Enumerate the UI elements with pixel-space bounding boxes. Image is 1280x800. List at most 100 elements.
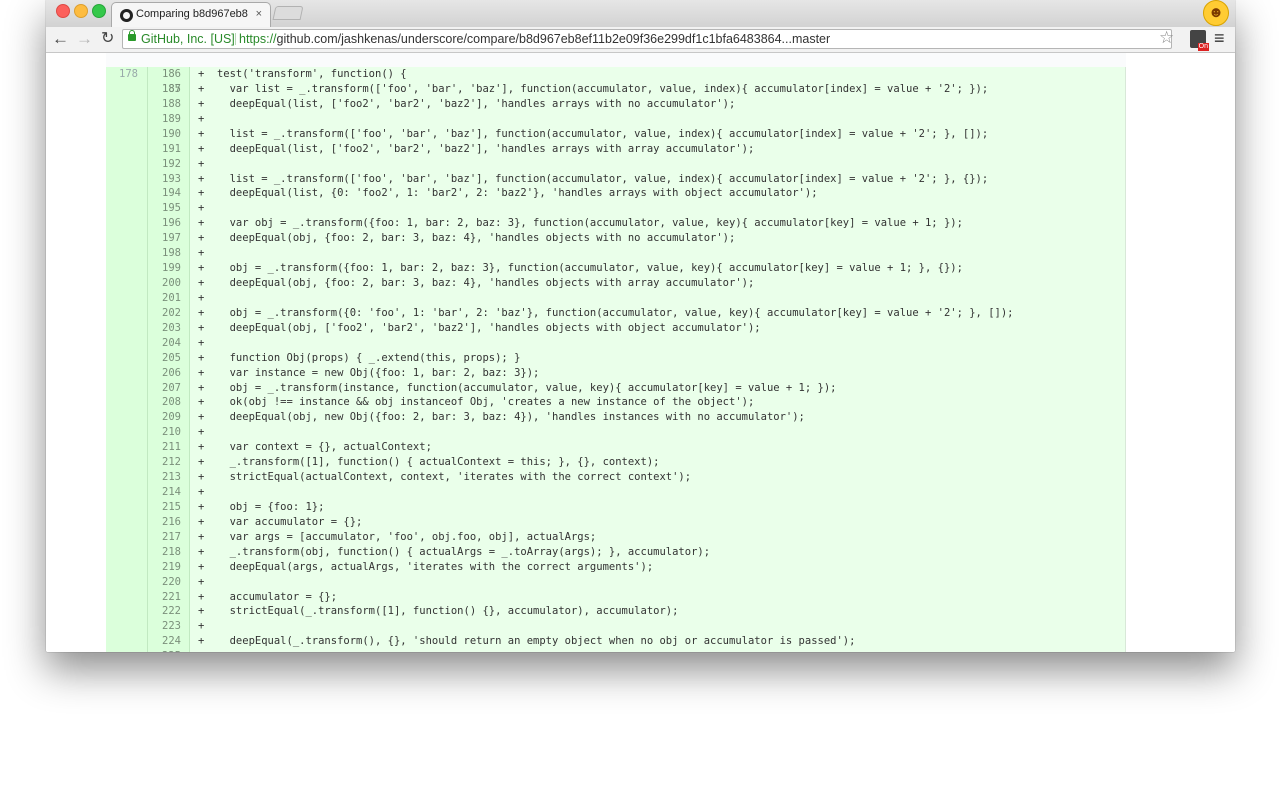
diff-line: 209 + deepEqual(obj, new Obj({foo: 2, bar…	[106, 410, 1126, 425]
new-line-number[interactable]: 188	[148, 97, 181, 112]
new-line-number[interactable]: 224	[148, 634, 181, 649]
diff-line: 192 +	[106, 157, 1126, 172]
diff-line: 186 + test('transform', function() {	[106, 67, 1126, 82]
diff-line: 207 + obj = _.transform(instance, functio…	[106, 381, 1126, 396]
new-line-number[interactable]: 219	[148, 560, 181, 575]
diff-line: 204 +	[106, 336, 1126, 351]
new-line-number[interactable]: 221	[148, 590, 181, 605]
diff-line: 199 + obj = _.transform({foo: 1, bar: 2, …	[106, 261, 1126, 276]
lock-icon	[128, 30, 136, 41]
url-separator	[235, 33, 236, 45]
profile-avatar-icon[interactable]: ☻	[1203, 0, 1229, 26]
extension-icon[interactable]	[1190, 30, 1209, 51]
new-line-number[interactable]: 211	[148, 440, 181, 455]
diff-line: 222 + strictEqual(_.transform([1], functi…	[106, 604, 1126, 619]
browser-window: Comparing b8d967eb8ef11b2e0... × ☻ ← → ↻…	[46, 0, 1235, 652]
new-line-number[interactable]: 195	[148, 201, 181, 216]
address-bar[interactable]: GitHub, Inc. [US] https://github.com/jas…	[122, 29, 1172, 49]
minimize-window-button[interactable]	[74, 4, 88, 18]
line-code: + obj = _.transform(instance, function(a…	[198, 381, 837, 394]
new-line-number[interactable]: 213	[148, 470, 181, 485]
new-line-number[interactable]: 202	[148, 306, 181, 321]
menu-icon[interactable]: ≡	[1214, 27, 1225, 49]
line-code: +	[198, 426, 205, 439]
new-line-number[interactable]: 214	[148, 485, 181, 500]
new-line-number[interactable]: 198	[148, 246, 181, 261]
page-content: 178 185 186 + test('transform', function(…	[46, 53, 1235, 652]
line-code: + obj = _.transform({foo: 1, bar: 2, baz…	[198, 262, 963, 275]
new-line-number[interactable]: 204	[148, 336, 181, 351]
line-code: + deepEqual(obj, ['foo2', 'bar2', 'baz2'…	[198, 321, 761, 334]
new-line-number[interactable]: 205	[148, 351, 181, 366]
new-line-number[interactable]: 196	[148, 216, 181, 231]
tab-title: Comparing b8d967eb8ef11b2e0...	[136, 8, 248, 20]
new-line-number[interactable]: 191	[148, 142, 181, 157]
diff-line: 202 + obj = _.transform({0: 'foo', 1: 'ba…	[106, 306, 1126, 321]
line-code: + deepEqual(_.transform(), {}, 'should r…	[198, 635, 856, 648]
diff-line: 208 + ok(obj !== instance && obj instance…	[106, 395, 1126, 410]
back-icon[interactable]: ←	[52, 29, 69, 49]
new-line-number[interactable]: 220	[148, 575, 181, 590]
line-code: + deepEqual(obj, new Obj({foo: 2, bar: 3…	[198, 411, 805, 424]
line-code: + deepEqual(obj, {foo: 2, bar: 3, baz: 4…	[198, 277, 755, 290]
new-line-number[interactable]: 194	[148, 186, 181, 201]
line-code: + deepEqual(obj, {foo: 2, bar: 3, baz: 4…	[198, 232, 736, 245]
new-line-number[interactable]: 206	[148, 366, 181, 381]
new-line-number[interactable]: 212	[148, 455, 181, 470]
active-tab[interactable]: Comparing b8d967eb8ef11b2e0... ×	[111, 2, 271, 27]
line-code: + var args = [accumulator, 'foo', obj.fo…	[198, 530, 597, 543]
new-line-number[interactable]: 192	[148, 157, 181, 172]
diff-line: 200 + deepEqual(obj, {foo: 2, bar: 3, baz…	[106, 276, 1126, 291]
line-code: + var instance = new Obj({foo: 1, bar: 2…	[198, 366, 540, 379]
line-code: + var context = {}, actualContext;	[198, 441, 432, 454]
new-line-number[interactable]: 207	[148, 381, 181, 396]
new-line-number[interactable]: 186	[148, 67, 181, 82]
new-line-number[interactable]: 218	[148, 545, 181, 560]
diff-line: 191 + deepEqual(list, ['foo2', 'bar2', 'b…	[106, 142, 1126, 157]
new-tab-button[interactable]	[272, 6, 304, 20]
line-code: +	[198, 575, 205, 588]
new-line-number[interactable]: 187	[148, 82, 181, 97]
line-code: + ok(obj !== instance && obj instanceof …	[198, 396, 755, 409]
new-line-number[interactable]: 193	[148, 172, 181, 187]
new-line-number[interactable]: 223	[148, 619, 181, 634]
url-text[interactable]: https://github.com/jashkenas/underscore/…	[239, 30, 830, 48]
new-line-number[interactable]: 217	[148, 530, 181, 545]
new-line-number[interactable]: 216	[148, 515, 181, 530]
line-code: +	[198, 486, 205, 499]
maximize-window-button[interactable]	[92, 4, 106, 18]
line-code: + function Obj(props) { _.extend(this, p…	[198, 351, 521, 364]
new-line-number[interactable]: 222	[148, 604, 181, 619]
close-window-button[interactable]	[56, 4, 70, 18]
diff-line: 224 + deepEqual(_.transform(), {}, 'shoul…	[106, 634, 1126, 649]
new-line-number[interactable]: 199	[148, 261, 181, 276]
diff-line: 212 + _.transform([1], function() { actua…	[106, 455, 1126, 470]
star-icon[interactable]: ☆	[1159, 27, 1174, 49]
line-code: +	[198, 157, 205, 170]
new-line-number[interactable]: 203	[148, 321, 181, 336]
diff-line: 203 + deepEqual(obj, ['foo2', 'bar2', 'ba…	[106, 321, 1126, 336]
diff-line: 214 +	[106, 485, 1126, 500]
ev-certificate-label[interactable]: GitHub, Inc. [US]	[141, 30, 235, 48]
url-path: github.com/jashkenas/underscore/compare/…	[276, 32, 831, 46]
new-line-number[interactable]: 190	[148, 127, 181, 142]
diff-line: 217 + var args = [accumulator, 'foo', obj…	[106, 530, 1126, 545]
line-code: + strictEqual(actualContext, context, 'i…	[198, 471, 692, 484]
forward-icon[interactable]: →	[76, 29, 93, 49]
reload-icon[interactable]: ↻	[101, 29, 114, 49]
new-line-number[interactable]: 210	[148, 425, 181, 440]
diff-line: 216 + var accumulator = {};	[106, 515, 1126, 530]
new-line-number[interactable]: 215	[148, 500, 181, 515]
new-line-number[interactable]: 208	[148, 395, 181, 410]
new-line-number[interactable]: 189	[148, 112, 181, 127]
new-line-number[interactable]: 209	[148, 410, 181, 425]
line-code: +	[198, 291, 205, 304]
diff-line: 223 +	[106, 619, 1126, 634]
new-line-number[interactable]: 225	[148, 649, 181, 652]
new-line-number[interactable]: 200	[148, 276, 181, 291]
line-code: + test('transform', function() {	[198, 68, 407, 80]
line-code: + deepEqual(list, ['foo2', 'bar2', 'baz2…	[198, 97, 736, 110]
new-line-number[interactable]: 201	[148, 291, 181, 306]
tab-close-icon[interactable]: ×	[256, 8, 262, 20]
new-line-number[interactable]: 197	[148, 231, 181, 246]
